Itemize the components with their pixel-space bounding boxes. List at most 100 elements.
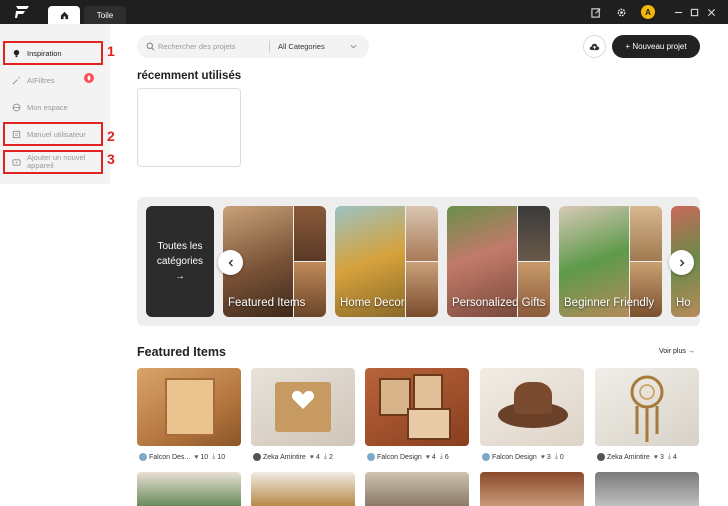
chevron-right-icon — [679, 259, 684, 266]
category-label: Ho — [676, 297, 691, 309]
author-avatar — [597, 453, 605, 461]
annotation-number-2: 2 — [107, 128, 115, 144]
category-label: Beginner Friendly — [564, 297, 655, 309]
edit-icon[interactable] — [589, 5, 603, 19]
featured-item-image[interactable] — [251, 368, 355, 446]
category-thumb — [406, 262, 438, 317]
heart-icon[interactable]: ♥ — [426, 454, 430, 461]
sidebar-item-label: AIFiltres — [27, 75, 55, 85]
download-icon[interactable]: ⤓ — [440, 453, 443, 461]
featured-item-image[interactable] — [595, 368, 699, 446]
item-meta-0: Falcon Des... ♥ 10 ⤓ 10 — [139, 452, 225, 462]
category-card-home-decor[interactable]: Home Decor — [335, 206, 438, 317]
featured-title: Featured Items — [137, 345, 226, 359]
featured-item-image[interactable] — [137, 368, 241, 446]
app-logo-icon — [15, 6, 29, 18]
heart-icon[interactable]: ♥ — [541, 454, 545, 461]
item-meta-4: Zeka Amintire ♥ 3 ⤓ 4 — [597, 452, 677, 462]
tab-toile[interactable]: Toile — [84, 6, 126, 24]
author-name[interactable]: Falcon Design — [377, 454, 422, 461]
annotation-box-2 — [3, 122, 103, 146]
user-avatar[interactable]: A — [641, 5, 655, 19]
featured-item-image[interactable] — [595, 472, 699, 506]
category-label: Home Decor — [340, 297, 405, 309]
close-icon[interactable] — [704, 5, 718, 19]
download-count: 10 — [217, 453, 226, 461]
title-bar: Toile A — [0, 0, 728, 24]
carousel-next-button[interactable] — [669, 250, 694, 275]
author-avatar — [253, 453, 261, 461]
download-icon[interactable]: ⤓ — [212, 453, 215, 461]
download-count: 6 — [444, 453, 449, 461]
flame-icon — [87, 75, 91, 81]
search-icon — [146, 42, 155, 51]
search-bar[interactable]: Rechercher des projets All Categories — [137, 35, 369, 58]
chevron-down-icon[interactable] — [350, 44, 357, 49]
chevron-left-icon — [228, 259, 233, 266]
category-card-beginner[interactable]: Beginner Friendly — [559, 206, 662, 317]
sidebar-item-mon-espace[interactable]: Mon espace — [4, 96, 102, 118]
like-count: 3 — [659, 453, 664, 461]
author-avatar — [139, 453, 147, 461]
category-select[interactable]: All Categories — [278, 42, 325, 51]
all-categories-label-1: Toutes les — [157, 241, 203, 252]
annotation-box-3 — [3, 150, 103, 174]
new-project-button[interactable]: + Nouveau projet — [612, 35, 700, 58]
category-thumb — [294, 206, 326, 261]
all-categories-card[interactable]: Toutes les catégories → — [146, 206, 214, 317]
download-count: 4 — [672, 453, 677, 461]
recent-project-card[interactable] — [137, 88, 241, 167]
category-card-personalized[interactable]: Personalized Gifts — [447, 206, 550, 317]
author-name[interactable]: Falcon Design — [492, 454, 537, 461]
wand-icon — [12, 76, 21, 84]
download-icon[interactable]: ⤓ — [668, 453, 671, 461]
recent-title: récemment utilisés — [137, 70, 242, 82]
download-icon[interactable]: ⤓ — [324, 453, 327, 461]
hot-badge — [84, 73, 94, 83]
tab-home[interactable] — [48, 6, 80, 24]
download-count: 0 — [559, 453, 564, 461]
featured-item-image[interactable] — [480, 472, 584, 506]
featured-item-image[interactable] — [365, 472, 469, 506]
featured-item-image[interactable] — [365, 368, 469, 446]
sidebar-item-label: Mon espace — [27, 102, 68, 112]
category-thumb — [518, 206, 550, 261]
dreamcatcher-icon — [630, 375, 664, 442]
featured-item-image[interactable] — [137, 472, 241, 506]
like-count: 4 — [431, 453, 436, 461]
download-count: 2 — [328, 453, 333, 461]
heart-icon[interactable]: ♥ — [310, 454, 314, 461]
see-more-link[interactable]: Voir plus → — [659, 348, 695, 355]
category-thumb — [406, 206, 438, 261]
like-count: 3 — [546, 453, 551, 461]
category-label: Personalized Gifts — [452, 297, 546, 309]
search-input[interactable]: Rechercher des projets — [158, 42, 236, 51]
download-icon[interactable]: ⤓ — [555, 453, 558, 461]
like-count: 10 — [200, 453, 209, 461]
featured-item-image[interactable] — [480, 368, 584, 446]
heart-icon[interactable]: ♥ — [194, 454, 198, 461]
featured-item-image[interactable] — [251, 472, 355, 506]
carousel-prev-button[interactable] — [218, 250, 243, 275]
search-divider — [269, 41, 270, 52]
author-avatar — [482, 453, 490, 461]
upload-cloud-button[interactable] — [583, 35, 606, 58]
item-meta-1: Zeka Amintire ♥ 4 ⤓ 2 — [253, 452, 333, 462]
maximize-icon[interactable] — [687, 5, 701, 19]
author-name[interactable]: Falcon Des... — [149, 454, 190, 461]
gear-icon[interactable] — [614, 5, 628, 19]
frame-shape — [413, 374, 443, 410]
frame-shape — [407, 408, 451, 440]
annotation-number-3: 3 — [107, 151, 115, 167]
like-count: 4 — [315, 453, 320, 461]
item-meta-2: Falcon Design ♥ 4 ⤓ 6 — [367, 452, 449, 462]
heart-icon — [291, 390, 315, 409]
heart-icon[interactable]: ♥ — [654, 454, 658, 461]
minimize-icon[interactable] — [671, 5, 685, 19]
annotation-box-1 — [3, 41, 103, 65]
author-name[interactable]: Zeka Amintire — [607, 454, 650, 461]
category-label: Featured Items — [228, 297, 306, 309]
arrow-right-icon: → — [175, 271, 185, 282]
author-name[interactable]: Zeka Amintire — [263, 454, 306, 461]
author-avatar — [367, 453, 375, 461]
